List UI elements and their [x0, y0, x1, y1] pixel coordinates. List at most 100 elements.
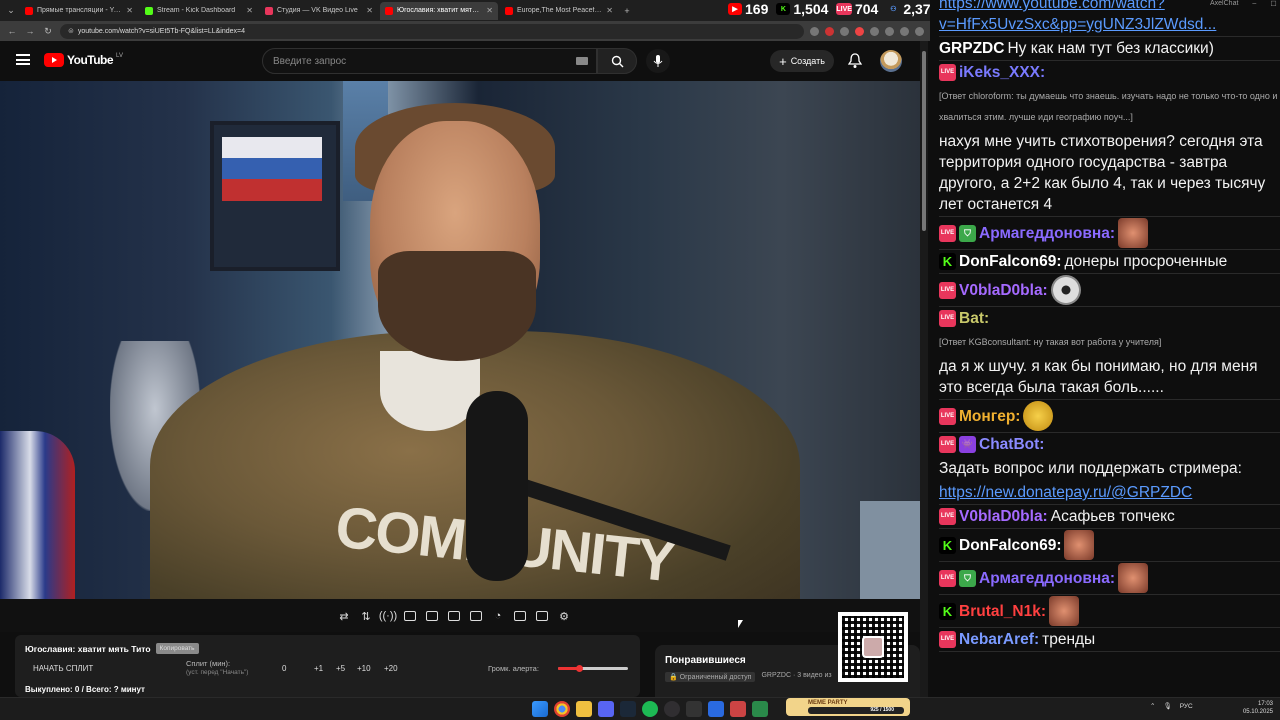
- chat-nickname[interactable]: GRPZDC: [939, 38, 1004, 59]
- meme-party-title: MEME PARTY: [808, 700, 848, 706]
- hamburger-menu-icon[interactable]: [16, 54, 30, 65]
- vk-live-badge-icon: LIVE: [939, 436, 956, 453]
- chat-nickname[interactable]: NebarAref:: [959, 629, 1039, 650]
- menu-icon[interactable]: [915, 26, 924, 36]
- windows-start-icon[interactable]: [532, 701, 548, 717]
- tab-menu-icon[interactable]: ⌄: [4, 4, 18, 18]
- audio-icon[interactable]: ((·)): [379, 608, 397, 624]
- search-input[interactable]: Введите запрос: [262, 48, 597, 74]
- back-icon[interactable]: ←: [6, 25, 18, 37]
- discord-icon[interactable]: [598, 701, 614, 717]
- tab-close-icon[interactable]: ✕: [246, 6, 253, 15]
- new-tab-button[interactable]: +: [620, 4, 634, 18]
- site-info-icon[interactable]: ⊜: [68, 27, 74, 35]
- settings-gear-icon[interactable]: ⚙: [556, 608, 572, 624]
- browser-tab[interactable]: Студия — VK Видео Live ✕: [260, 2, 378, 20]
- tab-close-icon[interactable]: ✕: [606, 6, 613, 15]
- chat-message: K DonFalcon69: донеры просроченные: [939, 250, 1280, 274]
- counter-value: 704: [854, 1, 879, 17]
- increment-button[interactable]: +20: [384, 664, 398, 673]
- minimize-icon[interactable]: –: [1252, 0, 1256, 14]
- chat-nickname[interactable]: Армагеддоновна:: [979, 223, 1115, 244]
- file-explorer-icon[interactable]: [576, 701, 592, 717]
- vk-live-badge-icon: LIVE: [939, 224, 956, 242]
- browser-tab[interactable]: Прямые трансляции - YouTube ✕: [20, 2, 138, 20]
- start-split-button[interactable]: НАЧАТЬ СПЛИТ: [33, 664, 93, 673]
- tab-close-icon[interactable]: ✕: [126, 6, 133, 15]
- scrollbar-thumb[interactable]: [922, 51, 926, 231]
- clock[interactable]: 17:03 05.10.2025: [1225, 700, 1273, 716]
- moderator-shield-icon: ⛉: [959, 224, 976, 242]
- volume-knob[interactable]: [576, 665, 583, 672]
- browser-tab[interactable]: Stream - Kick Dashboard ✕: [140, 2, 258, 20]
- tab-close-icon[interactable]: ✕: [486, 6, 493, 15]
- chat-nickname[interactable]: Bat:: [959, 308, 989, 329]
- extension-icon[interactable]: [810, 26, 819, 36]
- chat-link[interactable]: https://new.donatepay.ru/@GRPZDC: [939, 482, 1192, 503]
- film-icon[interactable]: [468, 608, 484, 624]
- browser-tab[interactable]: Югославия: хватит мять Тито ✕: [380, 1, 498, 20]
- search-button[interactable]: [597, 48, 637, 74]
- add-icon[interactable]: [512, 608, 528, 624]
- browser-tab[interactable]: Europe,The Most Peaceful Cont ✕: [500, 2, 618, 20]
- extension-icon[interactable]: [870, 26, 879, 36]
- steam-icon[interactable]: [620, 701, 636, 717]
- chat-message: LIVE Монгер:: [939, 400, 1280, 433]
- chat-nickname[interactable]: V0blaD0bla:: [959, 280, 1048, 301]
- create-button[interactable]: + Создать: [770, 50, 834, 72]
- profile-icon[interactable]: [900, 26, 909, 36]
- messenger-icon[interactable]: [708, 701, 724, 717]
- playlist-title[interactable]: Понравившиеся: [665, 655, 746, 666]
- split-hint: (уст. перед "Начать"): [186, 669, 249, 676]
- chat-nickname[interactable]: DonFalcon69:: [959, 535, 1061, 556]
- alert-volume-slider[interactable]: [558, 665, 628, 672]
- app-icon[interactable]: [752, 701, 768, 717]
- split-value[interactable]: 0: [282, 664, 286, 673]
- increment-button[interactable]: +1: [314, 664, 323, 673]
- reload-icon[interactable]: ↻: [42, 25, 54, 37]
- pip-icon[interactable]: [446, 608, 462, 624]
- chat-nickname[interactable]: ChatBot:: [979, 434, 1044, 455]
- youtube-logo[interactable]: YouTube LV: [44, 53, 123, 67]
- chrome-icon[interactable]: [554, 701, 570, 717]
- obs-icon[interactable]: [664, 701, 680, 717]
- search-icon: [611, 55, 623, 67]
- increment-button[interactable]: +10: [357, 664, 371, 673]
- spotify-icon[interactable]: [642, 701, 658, 717]
- app-icon[interactable]: [730, 701, 746, 717]
- voice-search-button[interactable]: [646, 49, 670, 73]
- increment-button[interactable]: +5: [336, 664, 345, 673]
- keyboard-icon[interactable]: [576, 57, 588, 65]
- download-icon[interactable]: [885, 26, 894, 36]
- extension-icon[interactable]: [855, 26, 864, 36]
- tab-favicon: [505, 6, 513, 15]
- clapper-icon[interactable]: [424, 608, 440, 624]
- tab-close-icon[interactable]: ✕: [366, 6, 373, 15]
- extension-icon[interactable]: [825, 26, 834, 36]
- page-scrollbar[interactable]: [920, 41, 928, 697]
- chat-nickname[interactable]: Армагеддоновна:: [979, 568, 1115, 589]
- sort-icon[interactable]: ⇅: [358, 608, 374, 624]
- speed-icon[interactable]: ◔: [490, 608, 506, 624]
- url-input[interactable]: ⊜ youtube.com/watch?v=siUEt5Tb-FQ&list=L…: [60, 23, 804, 39]
- record-icon[interactable]: [402, 608, 418, 624]
- chat-nickname[interactable]: DonFalcon69:: [959, 251, 1061, 272]
- maximize-icon[interactable]: ☐: [1270, 0, 1276, 14]
- video-player[interactable]: COMMUNITY: [0, 81, 920, 599]
- tray-expand-icon[interactable]: ⌃: [1150, 702, 1155, 710]
- copy-button[interactable]: Копировать: [155, 643, 199, 654]
- forward-icon[interactable]: →: [24, 25, 36, 37]
- extension-icon[interactable]: [840, 26, 849, 36]
- screenshot-icon[interactable]: [534, 608, 550, 624]
- microphone-tray-icon[interactable]: 🎙: [1163, 702, 1171, 710]
- media-player-icon[interactable]: [686, 701, 702, 717]
- chat-nickname[interactable]: V0blaD0bla:: [959, 506, 1048, 527]
- chat-nickname[interactable]: iKeks_XXX:: [959, 62, 1045, 83]
- user-avatar[interactable]: [880, 50, 902, 72]
- loop-icon[interactable]: ⇄: [336, 608, 352, 624]
- notifications-bell-icon[interactable]: [848, 53, 862, 69]
- chat-nickname[interactable]: Brutal_N1k:: [959, 601, 1046, 622]
- language-indicator[interactable]: РУС: [1180, 703, 1193, 710]
- counter-kick: K 1,504: [776, 1, 828, 17]
- chat-nickname[interactable]: Монгер:: [959, 406, 1020, 427]
